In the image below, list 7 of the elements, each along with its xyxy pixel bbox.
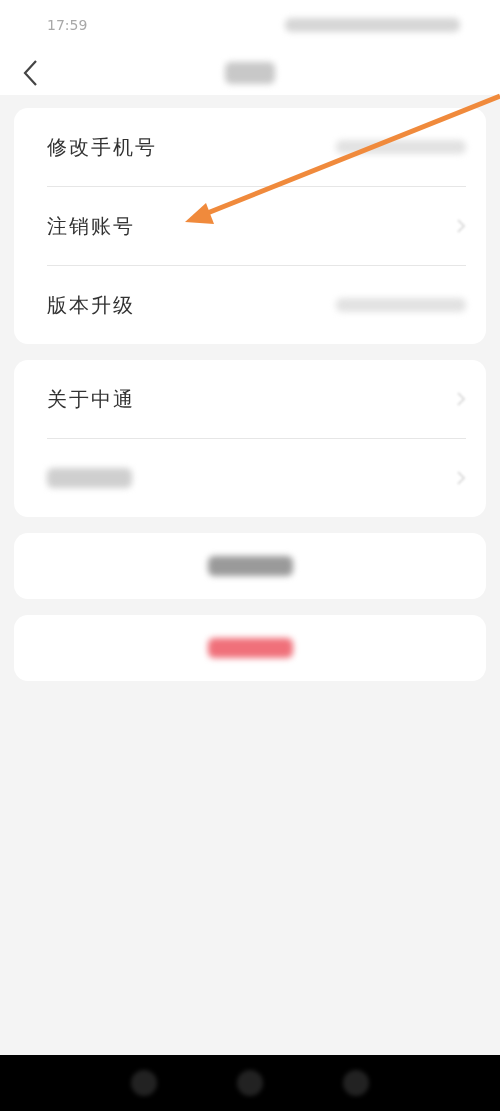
row-label[interactable]: 修改手机号 [47,133,157,161]
blurred-button[interactable] [14,533,486,599]
row-label[interactable]: 关于中通 [47,385,135,413]
row-label[interactable]: 注销账号 [47,212,135,240]
status-time: 17:59 [47,17,88,33]
blurred-button[interactable] [14,615,486,681]
row-label[interactable]: 版本升级 [47,291,135,319]
